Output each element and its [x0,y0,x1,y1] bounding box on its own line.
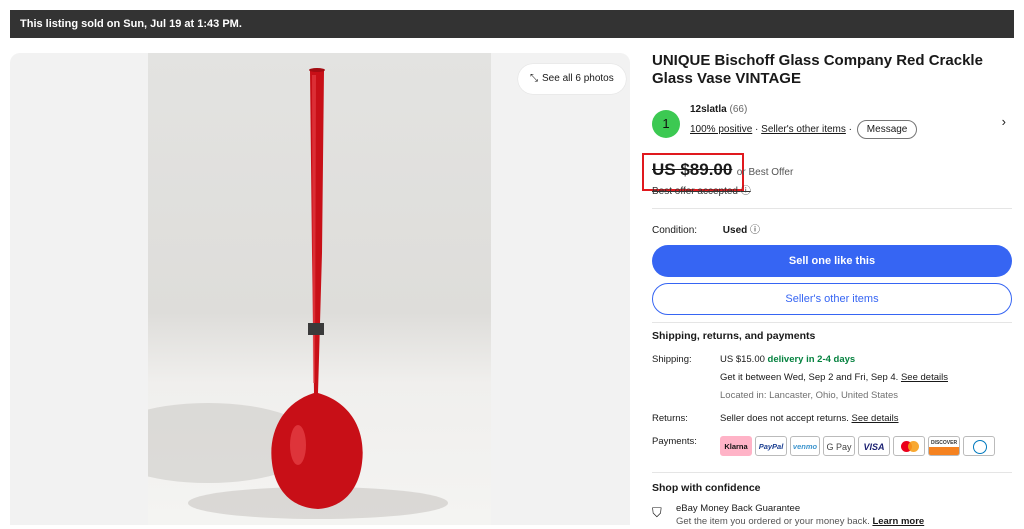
paypal-icon: PayPal [755,436,787,456]
google-pay-icon: G Pay [823,436,855,456]
shipping-see-details-link[interactable]: See details [901,372,948,383]
sold-banner: This listing sold on Sun, Jul 19 at 1:43… [10,10,1014,38]
shipping-cost: US $15.00 [720,354,765,365]
payments-label: Payments: [652,436,697,447]
guarantee-text-line: Get the item you ordered or your money b… [676,516,924,527]
visa-icon: VISA [858,436,890,456]
location-row: Located in: Lancaster, Ohio, United Stat… [652,390,1012,404]
delivery-window-text: Get it between Wed, Sep 2 and Fri, Sep 4… [720,372,899,383]
vase-image [148,68,448,519]
positive-feedback-link[interactable]: 100% positive [690,124,752,135]
message-button[interactable]: Message [856,120,918,139]
venmo-icon: venmo [790,436,820,456]
shipping-section-heading: Shipping, returns, and payments [652,330,816,342]
returns-policy: Seller does not accept returns. See deta… [720,413,899,424]
seller-card[interactable]: 1 12slatla (66) 100% positive · Seller's… [652,102,1012,144]
money-back-guarantee-row: ⛉ eBay Money Back Guarantee Get the item… [652,503,1012,529]
divider [652,208,1012,209]
shipping-row: Shipping: US $15.00 delivery in 2-4 days [652,354,1012,368]
guarantee-text: Get the item you ordered or your money b… [676,516,870,527]
guarantee-title: eBay Money Back Guarantee [676,503,801,514]
shop-with-confidence-heading: Shop with confidence [652,482,761,494]
condition-label: Condition: [652,225,698,236]
price-row: US $89.00 or Best Offer [652,160,793,180]
photo-gallery[interactable]: ⤡ See all 6 photos [10,53,630,525]
klarna-icon: Klarna [720,436,752,456]
payments-row: Payments: Klarna PayPal venmo G Pay VISA… [652,436,1012,460]
seller-feedback-count: (66) [729,104,748,115]
product-photo[interactable] [148,53,491,525]
sell-one-like-this-button[interactable]: Sell one like this [652,245,1012,277]
expand-icon: ⤡ [530,73,538,84]
listing-details: UNIQUE Bischoff Glass Company Red Crackl… [652,52,1012,527]
shield-check-icon: ⛉ [652,505,662,520]
info-icon[interactable]: ⓘ [741,186,751,197]
sellers-other-items-button[interactable]: Seller's other items [652,283,1012,315]
delivery-window-row: Get it between Wed, Sep 2 and Fri, Sep 4… [652,372,1012,386]
divider [652,472,1012,473]
seller-avatar[interactable]: 1 [652,110,680,138]
returns-row: Returns: Seller does not accept returns.… [652,413,1012,427]
returns-text: Seller does not accept returns. [720,413,849,424]
separator: · [848,124,853,135]
discover-icon: DISCOVER [928,436,960,456]
best-offer-accepted-text: Best offer accepted [652,186,738,197]
seller-name-row: 12slatla (66) [690,104,747,115]
seller-links: 100% positive · Seller's other items · M… [690,120,918,139]
payment-methods: Klarna PayPal venmo G Pay VISA DISCOVER [720,436,995,456]
see-all-photos-button[interactable]: ⤡ See all 6 photos [518,64,626,94]
best-offer-text: or Best Offer [736,167,794,178]
listing-title: UNIQUE Bischoff Glass Company Red Crackl… [652,52,983,87]
seller-name[interactable]: 12slatla [690,104,727,115]
divider [652,322,1012,323]
price: US $89.00 [652,160,733,179]
returns-label: Returns: [652,413,688,424]
see-all-photos-label: See all 6 photos [542,73,614,84]
returns-see-details-link[interactable]: See details [852,413,899,424]
shipping-cost-line: US $15.00 delivery in 2-4 days [720,354,855,365]
shipping-label: Shipping: [652,354,692,365]
learn-more-link[interactable]: Learn more [872,516,924,527]
item-location: Located in: Lancaster, Ohio, United Stat… [720,390,898,401]
best-offer-accepted: Best offer accepted ⓘ [652,182,751,197]
delivery-window: Get it between Wed, Sep 2 and Fri, Sep 4… [720,372,948,383]
diners-club-icon [963,436,995,456]
seller-other-items-link[interactable]: Seller's other items [761,124,846,135]
chevron-right-icon[interactable]: › [1002,114,1006,129]
condition-row: Condition: Used ⓘ [652,221,760,236]
condition-value: Used [722,225,748,236]
mastercard-icon [893,436,925,456]
separator: · [755,124,759,135]
info-icon[interactable]: ⓘ [750,225,760,236]
delivery-estimate: delivery in 2-4 days [767,354,856,365]
